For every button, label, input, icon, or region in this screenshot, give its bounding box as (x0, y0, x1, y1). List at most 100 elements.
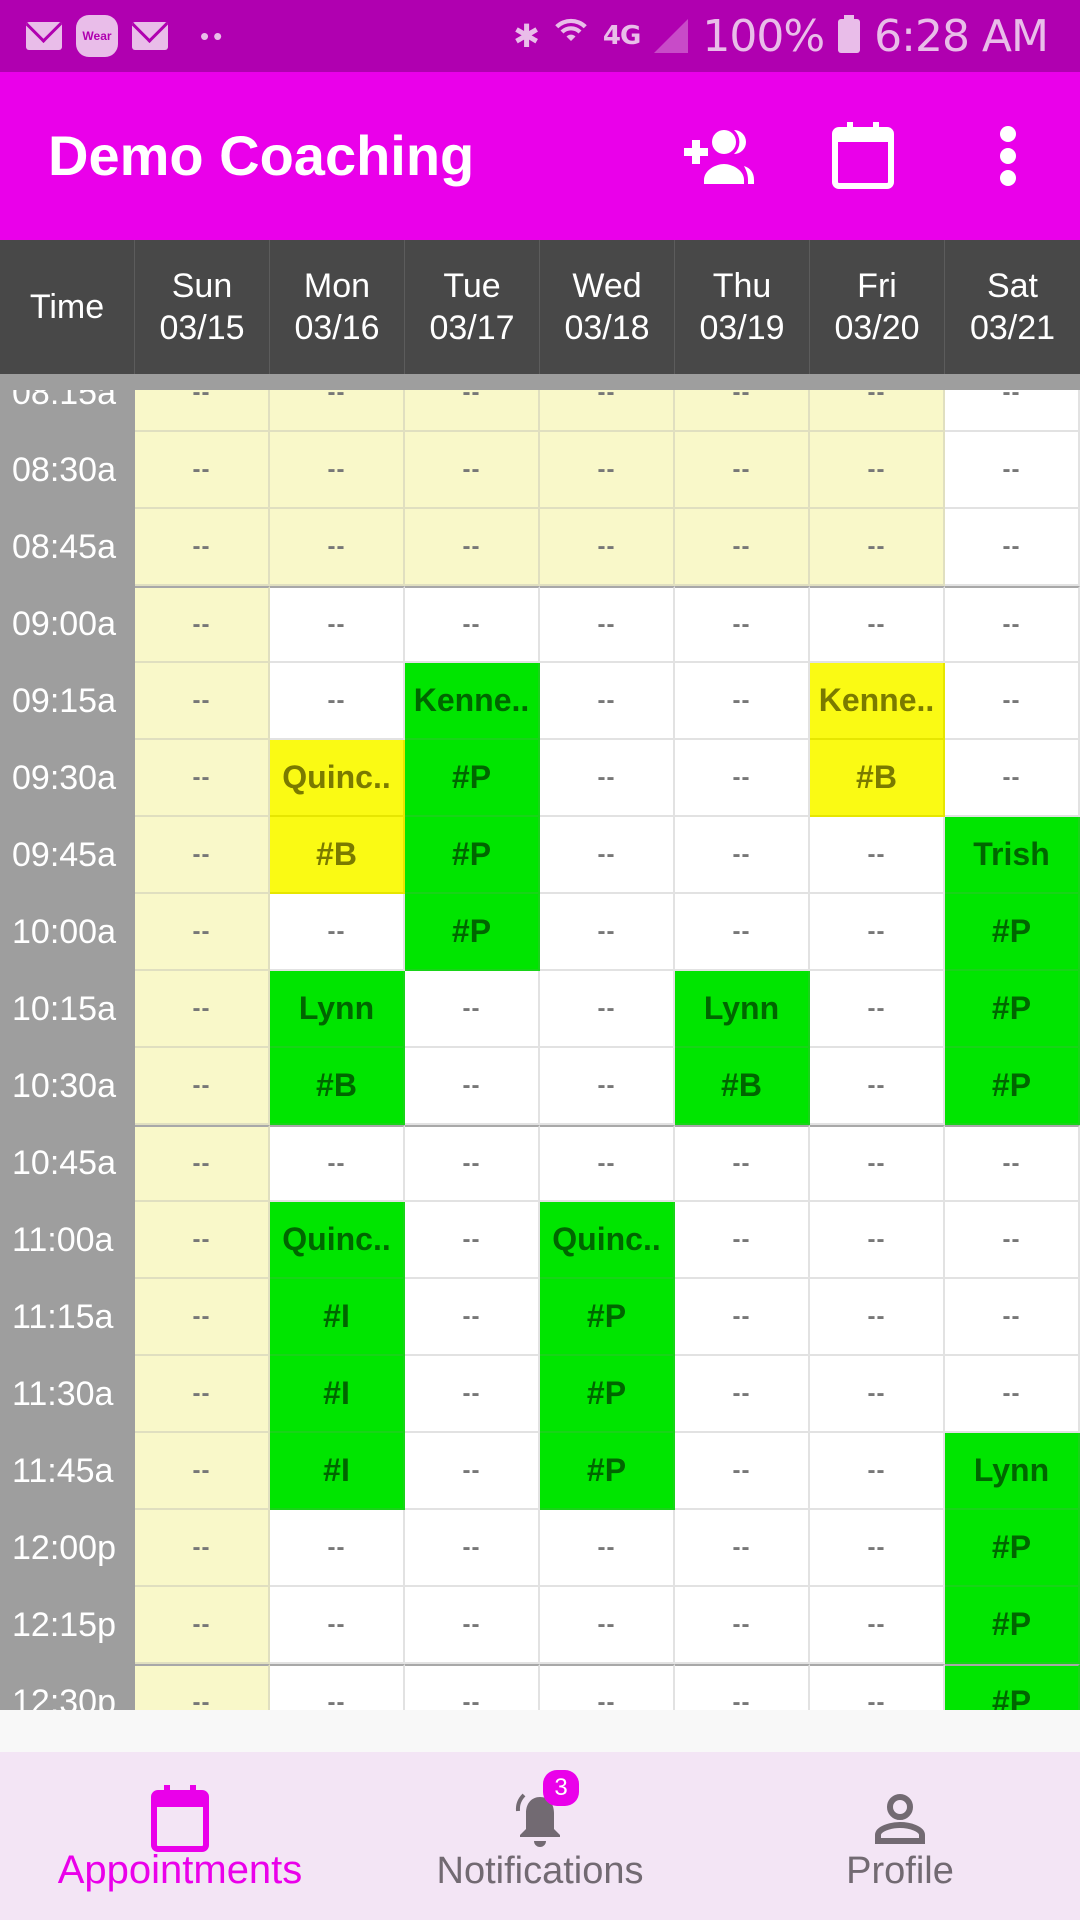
empty-slot-sun[interactable]: -- (135, 1279, 270, 1356)
empty-slot-tue[interactable]: -- (405, 1587, 540, 1664)
appointment-slot-wed[interactable]: Quinc.. (540, 1202, 675, 1279)
empty-slot-wed[interactable]: -- (540, 663, 675, 740)
day-header-thu[interactable]: Thu 03/19 (675, 240, 810, 374)
nav-appointments[interactable]: Appointments (0, 1752, 360, 1920)
empty-slot-sun[interactable]: -- (135, 1125, 270, 1202)
empty-slot-mon[interactable]: -- (270, 586, 405, 663)
empty-slot-mon[interactable]: -- (270, 663, 405, 740)
empty-slot-fri[interactable]: -- (810, 1202, 945, 1279)
empty-slot-thu[interactable]: -- (675, 817, 810, 894)
empty-slot-wed[interactable]: -- (540, 1510, 675, 1587)
appointment-slot-fri[interactable]: #B (810, 740, 945, 817)
empty-slot-fri[interactable]: -- (810, 1587, 945, 1664)
empty-slot-wed[interactable]: -- (540, 1048, 675, 1125)
empty-slot-fri[interactable]: -- (810, 1433, 945, 1510)
empty-slot-sat[interactable]: -- (945, 390, 1080, 432)
empty-slot-sat[interactable]: -- (945, 1202, 1080, 1279)
add-group-button[interactable] (684, 116, 764, 196)
day-header-sun[interactable]: Sun 03/15 (135, 240, 270, 374)
empty-slot-wed[interactable]: -- (540, 740, 675, 817)
empty-slot-thu[interactable]: -- (675, 1125, 810, 1202)
appointment-slot-mon[interactable]: #I (270, 1433, 405, 1510)
empty-slot-thu[interactable]: -- (675, 740, 810, 817)
empty-slot-fri[interactable]: -- (810, 432, 945, 509)
empty-slot-fri[interactable]: -- (810, 1048, 945, 1125)
empty-slot-mon[interactable]: -- (270, 894, 405, 971)
appointment-slot-mon[interactable]: Quinc.. (270, 1202, 405, 1279)
day-header-tue[interactable]: Tue 03/17 (405, 240, 540, 374)
appointment-slot-sat[interactable]: #P (945, 971, 1080, 1048)
empty-slot-fri[interactable]: -- (810, 817, 945, 894)
empty-slot-sun[interactable]: -- (135, 1664, 270, 1710)
empty-slot-wed[interactable]: -- (540, 432, 675, 509)
empty-slot-thu[interactable]: -- (675, 663, 810, 740)
empty-slot-fri[interactable]: -- (810, 1664, 945, 1710)
empty-slot-tue[interactable]: -- (405, 1664, 540, 1710)
empty-slot-mon[interactable]: -- (270, 1587, 405, 1664)
empty-slot-sun[interactable]: -- (135, 432, 270, 509)
empty-slot-fri[interactable]: -- (810, 390, 945, 432)
appointment-slot-tue[interactable]: #P (405, 817, 540, 894)
empty-slot-mon[interactable]: -- (270, 1510, 405, 1587)
schedule-grid[interactable]: 08:15a -- -- -- -- -- -- -- 08:30a -- -- -- -- -- -- --… (0, 390, 1080, 1710)
empty-slot-thu[interactable]: -- (675, 1664, 810, 1710)
empty-slot-fri[interactable]: -- (810, 509, 945, 586)
empty-slot-tue[interactable]: -- (405, 432, 540, 509)
empty-slot-tue[interactable]: -- (405, 1433, 540, 1510)
empty-slot-sat[interactable]: -- (945, 586, 1080, 663)
empty-slot-tue[interactable]: -- (405, 586, 540, 663)
appointment-slot-sat[interactable]: #P (945, 1587, 1080, 1664)
empty-slot-tue[interactable]: -- (405, 1279, 540, 1356)
empty-slot-sun[interactable]: -- (135, 1202, 270, 1279)
empty-slot-tue[interactable]: -- (405, 1125, 540, 1202)
empty-slot-thu[interactable]: -- (675, 1202, 810, 1279)
empty-slot-sun[interactable]: -- (135, 509, 270, 586)
appointment-slot-sat[interactable]: #P (945, 894, 1080, 971)
appointment-slot-thu[interactable]: #B (675, 1048, 810, 1125)
day-header-wed[interactable]: Wed 03/18 (540, 240, 675, 374)
appointment-slot-tue[interactable]: #P (405, 894, 540, 971)
empty-slot-thu[interactable]: -- (675, 894, 810, 971)
empty-slot-sun[interactable]: -- (135, 817, 270, 894)
empty-slot-sun[interactable]: -- (135, 390, 270, 432)
empty-slot-fri[interactable]: -- (810, 1356, 945, 1433)
appointment-slot-mon[interactable]: #I (270, 1356, 405, 1433)
empty-slot-sat[interactable]: -- (945, 1356, 1080, 1433)
appointment-slot-sat[interactable]: Trish (945, 817, 1080, 894)
empty-slot-tue[interactable]: -- (405, 971, 540, 1048)
empty-slot-wed[interactable]: -- (540, 1587, 675, 1664)
empty-slot-sun[interactable]: -- (135, 586, 270, 663)
day-header-mon[interactable]: Mon 03/16 (270, 240, 405, 374)
appointment-slot-thu[interactable]: Lynn (675, 971, 810, 1048)
empty-slot-sun[interactable]: -- (135, 663, 270, 740)
empty-slot-fri[interactable]: -- (810, 971, 945, 1048)
empty-slot-wed[interactable]: -- (540, 509, 675, 586)
empty-slot-mon[interactable]: -- (270, 390, 405, 432)
empty-slot-tue[interactable]: -- (405, 1510, 540, 1587)
appointment-slot-tue[interactable]: #P (405, 740, 540, 817)
empty-slot-thu[interactable]: -- (675, 1510, 810, 1587)
appointment-slot-mon[interactable]: Lynn (270, 971, 405, 1048)
empty-slot-sat[interactable]: -- (945, 740, 1080, 817)
empty-slot-sat[interactable]: -- (945, 432, 1080, 509)
empty-slot-tue[interactable]: -- (405, 1356, 540, 1433)
empty-slot-wed[interactable]: -- (540, 586, 675, 663)
calendar-button[interactable] (823, 116, 903, 196)
day-header-sat[interactable]: Sat 03/21 (945, 240, 1080, 374)
day-header-fri[interactable]: Fri 03/20 (810, 240, 945, 374)
appointment-slot-sat[interactable]: Lynn (945, 1433, 1080, 1510)
empty-slot-thu[interactable]: -- (675, 1279, 810, 1356)
empty-slot-wed[interactable]: -- (540, 894, 675, 971)
appointment-slot-sat[interactable]: #P (945, 1510, 1080, 1587)
nav-notifications[interactable]: 3 Notifications (360, 1752, 720, 1920)
empty-slot-sun[interactable]: -- (135, 1356, 270, 1433)
empty-slot-fri[interactable]: -- (810, 1125, 945, 1202)
empty-slot-sat[interactable]: -- (945, 509, 1080, 586)
appointment-slot-mon[interactable]: #B (270, 817, 405, 894)
empty-slot-sat[interactable]: -- (945, 1279, 1080, 1356)
empty-slot-sun[interactable]: -- (135, 1587, 270, 1664)
empty-slot-sat[interactable]: -- (945, 663, 1080, 740)
empty-slot-wed[interactable]: -- (540, 971, 675, 1048)
appointment-slot-mon[interactable]: Quinc.. (270, 740, 405, 817)
empty-slot-fri[interactable]: -- (810, 1510, 945, 1587)
